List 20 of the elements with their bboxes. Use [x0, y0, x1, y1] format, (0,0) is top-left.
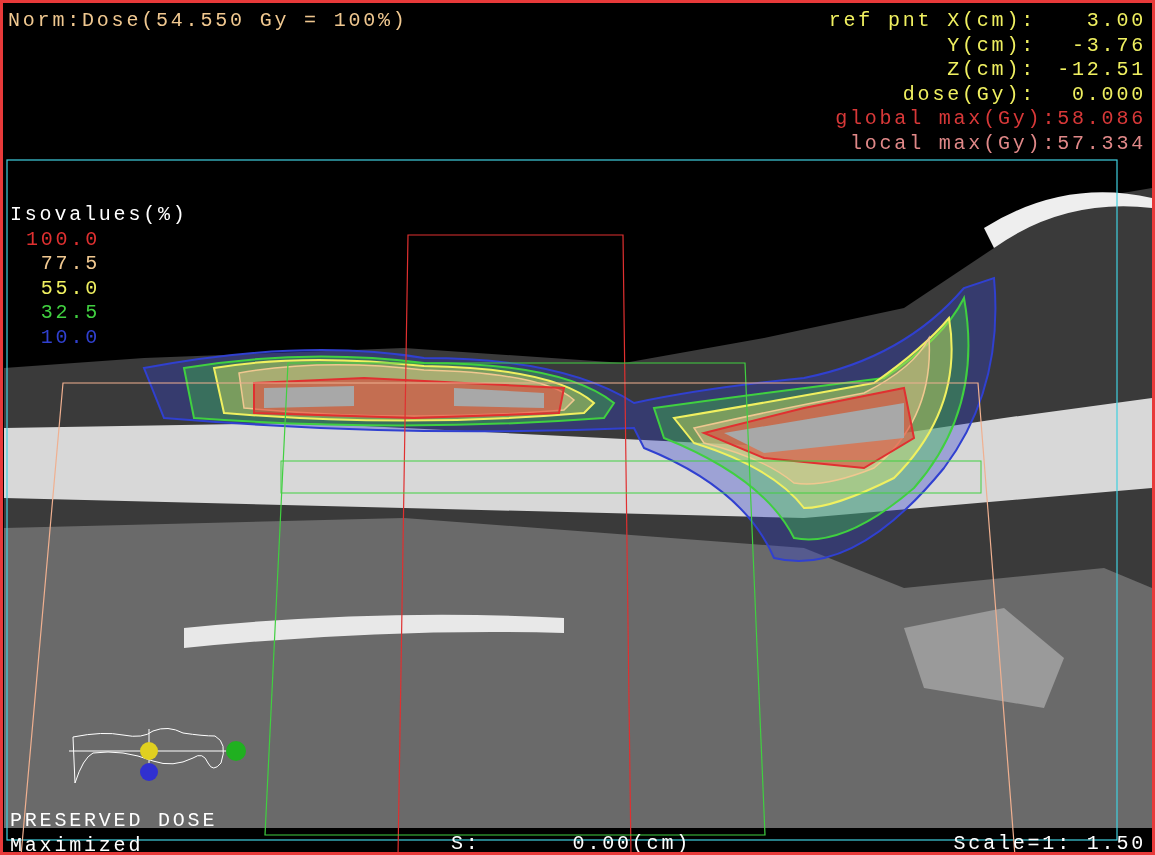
ref-point-value: 3.00: [1085, 9, 1146, 34]
isovalues-title: Isovalues(%): [10, 203, 188, 228]
ref-point-value: -12.51: [1056, 58, 1146, 83]
isovalue-level: 55.0: [39, 276, 100, 301]
slice-label: S:: [451, 832, 481, 852]
ref-point-value: :57.334: [1042, 131, 1146, 156]
isovalue-level: 100.0: [25, 227, 100, 252]
ref-point-value: 0.000: [1071, 82, 1146, 107]
isovalue-level: 32.5: [39, 301, 100, 326]
ref-point-label: ref pnt X(cm):: [828, 9, 1036, 34]
ref-point-label: dose(Gy):: [902, 82, 1036, 107]
ref-point-label: Z(cm):: [947, 58, 1036, 83]
ref-point-label: Y(cm):: [947, 33, 1036, 58]
ref-point-value: -3.76: [1071, 33, 1146, 58]
norm-label: Norm:Dose(54.550 Gy = 100%): [8, 9, 408, 34]
isovalue-level: 10.0: [39, 325, 100, 350]
ref-point-label: local max(Gy): [849, 131, 1043, 156]
isovalue-level: 77.5: [39, 252, 100, 277]
ref-point-value: :58.086: [1042, 107, 1146, 132]
ref-point-label: global max(Gy): [835, 107, 1043, 132]
